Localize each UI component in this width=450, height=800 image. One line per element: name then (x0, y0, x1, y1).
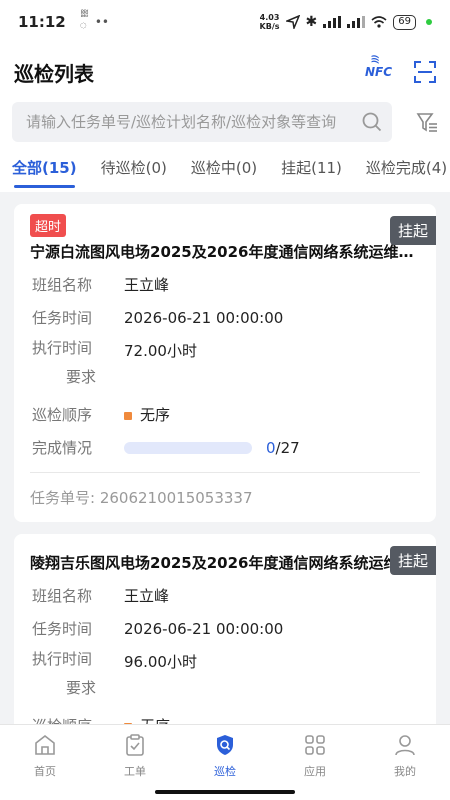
nav-home[interactable]: 首页 (5, 733, 85, 800)
filter-icon[interactable] (416, 111, 438, 133)
completion-count: 0/27 (266, 438, 300, 457)
duration-label: 执行时间 要求 (32, 339, 97, 386)
completion-label: 完成情况 (32, 439, 93, 457)
tab-completed[interactable]: 巡检完成(4) (354, 144, 450, 192)
privacy-dot (426, 19, 432, 25)
search-row (0, 100, 450, 144)
bottom-nav: 首页 工单 巡检 应用 我的 (0, 724, 450, 800)
order-label: 巡检顺序 (32, 406, 93, 424)
team-value: 王立峰 (124, 587, 170, 605)
team-value: 王立峰 (124, 276, 170, 294)
nav-workorder-label: 工单 (124, 765, 146, 778)
status-badge: 挂起 (389, 216, 436, 245)
status-right: 4.03 KB/s ✱ 69 (260, 13, 432, 31)
clipboard-icon (126, 734, 144, 756)
task-time-label: 任务时间 (32, 620, 93, 638)
task-time-value: 2026-06-21 00:00:00 (124, 308, 284, 327)
search-box (12, 102, 392, 142)
completion-progress-bar (124, 441, 252, 454)
task-time-label: 任务时间 (32, 309, 93, 327)
completion-row: 完成情况 0/27 (30, 437, 420, 458)
task-time-row: 任务时间 2026-06-21 00:00:00 (30, 307, 420, 328)
tab-in-progress[interactable]: 巡检中(0) (179, 144, 269, 192)
tab-suspended[interactable]: 挂起(11) (269, 144, 354, 192)
duration-label: 执行时间 要求 (32, 650, 97, 697)
battery-indicator: 69 (393, 14, 416, 30)
team-row: 班组名称 王立峰 (30, 274, 420, 295)
order-value: 无序 (124, 404, 170, 425)
inspection-icon (217, 735, 233, 755)
team-label: 班组名称 (32, 276, 93, 294)
network-speed: 4.03 KB/s (259, 13, 280, 31)
order-row: 巡检顺序 无序 (30, 715, 420, 724)
task-title: 陵翔吉乐图风电场2025及2026年度通信网络系统运维巡检计划 (30, 554, 420, 572)
profile-icon (395, 735, 415, 756)
card-divider (30, 472, 420, 473)
signal-icon-2 (347, 16, 366, 28)
wifi-icon (371, 16, 387, 28)
apps-icon (305, 735, 325, 755)
order-value: 无序 (124, 715, 170, 724)
task-card[interactable]: 挂起 陵翔吉乐图风电场2025及2026年度通信网络系统运维巡检计划 班组名称 … (14, 534, 436, 724)
nav-apps-label: 应用 (304, 765, 326, 778)
scan-icon[interactable] (414, 61, 436, 83)
search-icon[interactable] (362, 112, 382, 132)
nav-profile[interactable]: 我的 (365, 733, 445, 800)
page-title: 巡检列表 (14, 61, 94, 86)
nav-inspection-label: 巡检 (214, 765, 236, 778)
signal-icon (323, 16, 342, 28)
order-row: 巡检顺序 无序 (30, 404, 420, 425)
duration-value: 96.00小时 (124, 653, 197, 671)
task-time-row: 任务时间 2026-06-21 00:00:00 (30, 618, 420, 639)
bluetooth-icon: ✱ (305, 14, 318, 30)
status-tabs: 全部(15) 待巡检(0) 巡检中(0) 挂起(11) 巡检完成(4) (0, 144, 450, 192)
task-card[interactable]: 超时 挂起 宁源白流图风电场2025及2026年度通信网络系统运维巡检计划 班组… (14, 204, 436, 522)
more-dots-icon: •• (94, 15, 109, 29)
order-label: 巡检顺序 (30, 715, 124, 724)
page-header: 巡检列表 NFC (0, 44, 450, 100)
notification-icons: ᢆ •• (80, 12, 109, 33)
task-list[interactable]: 超时 挂起 宁源白流图风电场2025及2026年度通信网络系统运维巡检计划 班组… (0, 192, 450, 724)
header-actions: NFC (365, 61, 436, 83)
app-notification-icon: ᢆ (79, 17, 87, 32)
status-bar: 11:12 ᢆ •• 4.03 KB/s ✱ 69 (0, 0, 450, 44)
tab-pending[interactable]: 待巡检(0) (89, 144, 179, 192)
duration-row: 执行时间 要求 96.00小时 (30, 650, 420, 703)
task-time-value: 2026-06-21 00:00:00 (124, 619, 284, 638)
duration-row: 执行时间 要求 72.00小时 (30, 339, 420, 392)
status-badge: 挂起 (389, 546, 436, 575)
duration-value: 72.00小时 (124, 342, 197, 360)
search-input[interactable] (26, 113, 362, 131)
nav-home-label: 首页 (34, 765, 56, 778)
order-dot-icon (124, 411, 132, 420)
clock: 11:12 (18, 13, 66, 31)
location-arrow-icon (285, 15, 300, 29)
task-title: 宁源白流图风电场2025及2026年度通信网络系统运维巡检计划 (30, 243, 420, 261)
team-row: 班组名称 王立峰 (30, 585, 420, 606)
home-icon (35, 734, 55, 755)
nav-profile-label: 我的 (394, 765, 416, 778)
nfc-button[interactable]: NFC (365, 65, 392, 79)
overtime-tag: 超时 (30, 214, 67, 237)
team-label: 班组名称 (32, 587, 93, 605)
task-number: 任务单号: 2606210015053337 (30, 489, 253, 507)
tab-all[interactable]: 全部(15) (0, 144, 89, 192)
home-indicator (155, 790, 295, 794)
